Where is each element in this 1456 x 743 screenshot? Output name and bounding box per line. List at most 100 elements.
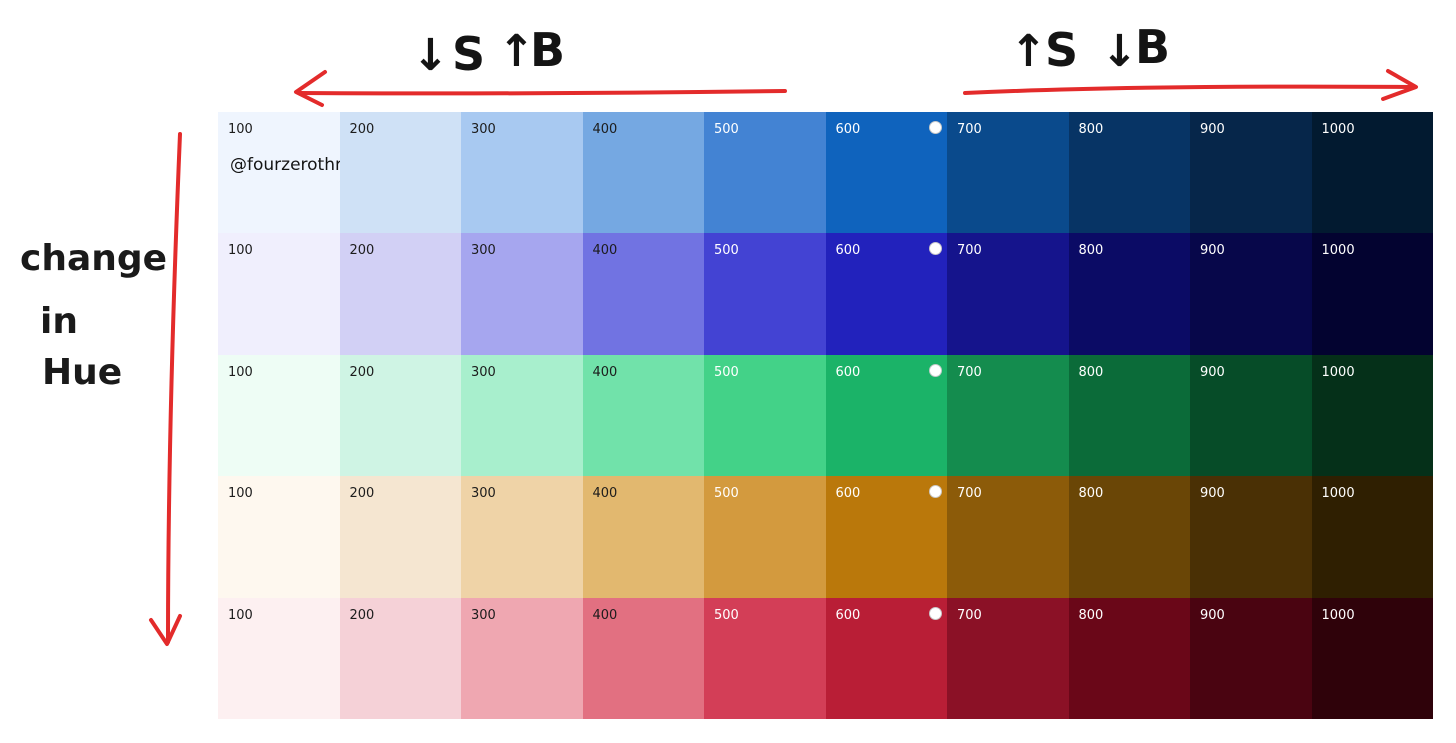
swatch-blue-1000: 1000 xyxy=(1311,112,1433,234)
step-label: 1000 xyxy=(1321,486,1355,502)
left-letter2: B xyxy=(530,23,565,77)
step-label: 400 xyxy=(592,122,618,137)
swatch-amber-600: 600 xyxy=(825,476,947,598)
swatch-amber-300: 300 xyxy=(461,476,583,598)
swatch-amber-800: 800 xyxy=(1068,476,1190,598)
down-arrow-head xyxy=(149,614,182,646)
swatch-amber-700: 700 xyxy=(947,476,1069,598)
hue-label-line-1: change xyxy=(20,238,167,279)
swatch-blue-800: 800 xyxy=(1068,112,1190,234)
step-label: 500 xyxy=(714,364,739,380)
swatch-red-1000: 1000 xyxy=(1311,597,1433,719)
step-label: 900 xyxy=(1200,607,1225,623)
swatch-blue-100: 100 @fourzerothree xyxy=(218,112,363,234)
swatch-amber-200: 200 xyxy=(339,476,461,598)
step-label: 600 xyxy=(835,364,861,380)
step-label: 400 xyxy=(592,607,618,623)
step-label: 600 xyxy=(835,243,861,259)
step-label: 100 xyxy=(228,243,253,259)
step-label: 400 xyxy=(592,486,618,502)
step-label: 800 xyxy=(1078,243,1104,259)
left-annotation: ↓ S ↑ B xyxy=(412,23,565,81)
swatch-indigo-1000: 1000 xyxy=(1311,233,1433,355)
step-label: 800 xyxy=(1078,607,1104,623)
swatch-indigo-900: 900 xyxy=(1190,233,1312,355)
swatch-blue-300: 300 xyxy=(461,112,583,234)
right-letter2: B xyxy=(1135,20,1170,74)
swatch-amber-500: 500 xyxy=(704,476,826,598)
swatch-amber-900: 900 xyxy=(1190,476,1312,598)
left-letter1: S xyxy=(452,27,485,81)
right-arrow1: ↑ xyxy=(1010,26,1047,77)
swatch-red-100: 100 xyxy=(218,597,340,719)
step-label: 800 xyxy=(1078,486,1104,502)
step-label: 1000 xyxy=(1321,607,1355,623)
right-arrow2: ↓ xyxy=(1101,26,1138,77)
swatch-indigo-300: 300 xyxy=(461,233,583,355)
step-label: 700 xyxy=(957,122,982,137)
swatch-indigo-700: 700 xyxy=(947,233,1069,355)
swatch-blue-500: 500 xyxy=(704,112,826,234)
swatch-blue-400: 400 xyxy=(582,112,704,234)
color-palette-grid: 100 @fourzerothree 200 300 400 500 600 700 800 90… xyxy=(218,112,1433,719)
swatch-red-800: 800 xyxy=(1068,597,1190,719)
swatch-blue-900: 900 xyxy=(1190,112,1312,234)
swatch-red-400: 400 xyxy=(582,597,704,719)
base-color-marker xyxy=(929,606,942,620)
swatch-indigo-500: 500 xyxy=(704,233,826,355)
step-label: 300 xyxy=(471,486,496,502)
swatch-green-800: 800 xyxy=(1068,354,1190,477)
right-annotation: ↑ S ↓ B xyxy=(1010,20,1170,77)
swatch-indigo-200: 200 xyxy=(339,233,461,355)
left-arrow xyxy=(298,89,787,96)
swatch-amber-1000: 1000 xyxy=(1311,476,1433,598)
step-label: 300 xyxy=(471,122,496,137)
down-arrow xyxy=(166,132,182,644)
swatch-green-900: 900 xyxy=(1190,354,1312,477)
step-label: 100 xyxy=(228,122,253,137)
base-color-marker xyxy=(929,485,942,499)
step-label: 600 xyxy=(835,486,861,502)
swatch-blue-200: 200 xyxy=(339,112,461,234)
swatch-green-400: 400 xyxy=(582,354,704,477)
step-label: 500 xyxy=(714,486,739,502)
step-label: 700 xyxy=(957,607,982,623)
step-label: 700 xyxy=(957,364,982,380)
step-label: 400 xyxy=(592,243,618,259)
swatch-amber-100: 100 xyxy=(218,476,340,598)
swatch-red-300: 300 xyxy=(461,597,583,719)
step-label: 500 xyxy=(714,122,739,137)
right-arrow xyxy=(963,84,1412,95)
swatch-green-700: 700 xyxy=(947,354,1069,477)
step-label: 600 xyxy=(835,607,861,623)
swatch-red-600: 600 xyxy=(825,597,947,719)
base-color-marker xyxy=(929,363,942,377)
step-label: 200 xyxy=(349,486,375,502)
change-in-hue-label: change in Hue xyxy=(20,238,167,393)
step-label: 700 xyxy=(957,243,982,259)
step-label: 900 xyxy=(1200,243,1225,259)
base-color-marker xyxy=(929,242,942,256)
step-label: 300 xyxy=(471,364,496,380)
step-label: 1000 xyxy=(1321,122,1355,137)
step-label: 100 xyxy=(228,364,253,380)
swatch-indigo-400: 400 xyxy=(582,233,704,355)
swatch-red-500: 500 xyxy=(704,597,826,719)
step-label: 900 xyxy=(1200,364,1225,380)
step-label: 700 xyxy=(957,486,982,502)
step-label: 800 xyxy=(1078,122,1104,137)
left-arrow-head xyxy=(294,70,327,107)
hue-label-line-2: in xyxy=(40,301,78,342)
swatch-indigo-100: 100 xyxy=(218,233,340,355)
swatch-amber-400: 400 xyxy=(582,476,704,598)
step-label: 200 xyxy=(349,122,375,137)
step-label: 200 xyxy=(349,364,375,380)
step-label: 300 xyxy=(471,243,496,259)
left-arrow1: ↓ xyxy=(412,30,449,81)
swatch-red-200: 200 xyxy=(339,597,461,719)
step-label: 1000 xyxy=(1321,364,1355,380)
swatch-green-200: 200 xyxy=(339,354,461,477)
step-label: 300 xyxy=(471,607,496,623)
step-label: 400 xyxy=(592,364,618,380)
step-label: 1000 xyxy=(1321,243,1355,259)
